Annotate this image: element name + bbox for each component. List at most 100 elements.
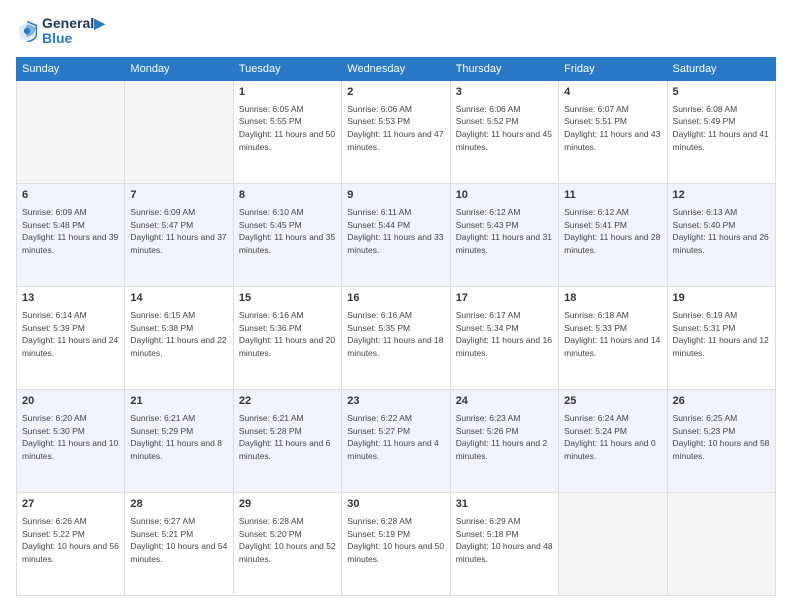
day-info: Sunrise: 6:07 AM Sunset: 5:51 PM Dayligh… [564, 103, 661, 154]
day-number: 28 [130, 497, 227, 513]
page: General▶ Blue SundayMondayTuesdayWednesd… [0, 0, 792, 612]
week-row-4: 20 Sunrise: 6:20 AM Sunset: 5:30 PM Dayli… [17, 389, 776, 492]
day-number: 12 [673, 188, 770, 204]
day-number: 4 [564, 85, 661, 101]
column-header-saturday: Saturday [667, 57, 775, 80]
day-number: 23 [347, 394, 444, 410]
calendar-cell: 29 Sunrise: 6:28 AM Sunset: 5:20 PM Dayli… [233, 492, 341, 595]
calendar-cell: 23 Sunrise: 6:22 AM Sunset: 5:27 PM Dayli… [342, 389, 450, 492]
header-row: SundayMondayTuesdayWednesdayThursdayFrid… [17, 57, 776, 80]
day-number: 2 [347, 85, 444, 101]
calendar-cell: 2Sunrise: 6:06 AM Sunset: 5:53 PM Daylig… [342, 80, 450, 183]
day-info: Sunrise: 6:17 AM Sunset: 5:34 PM Dayligh… [456, 309, 553, 360]
logo-icon [16, 20, 38, 42]
calendar-cell: 28 Sunrise: 6:27 AM Sunset: 5:21 PM Dayli… [125, 492, 233, 595]
day-number: 11 [564, 188, 661, 204]
column-header-wednesday: Wednesday [342, 57, 450, 80]
column-header-monday: Monday [125, 57, 233, 80]
day-number: 18 [564, 291, 661, 307]
calendar-cell: 13 Sunrise: 6:14 AM Sunset: 5:39 PM Dayli… [17, 286, 125, 389]
day-info: Sunrise: 6:06 AM Sunset: 5:52 PM Dayligh… [456, 103, 553, 154]
day-number: 21 [130, 394, 227, 410]
day-number: 17 [456, 291, 553, 307]
day-number: 26 [673, 394, 770, 410]
day-info: Sunrise: 6:16 AM Sunset: 5:35 PM Dayligh… [347, 309, 444, 360]
header: General▶ Blue [16, 16, 776, 47]
day-info: Sunrise: 6:23 AM Sunset: 5:26 PM Dayligh… [456, 412, 553, 463]
calendar-cell: 3 Sunrise: 6:06 AM Sunset: 5:52 PM Daylig… [450, 80, 558, 183]
calendar: SundayMondayTuesdayWednesdayThursdayFrid… [16, 57, 776, 596]
day-info: Sunrise: 6:05 AM Sunset: 5:55 PM Dayligh… [239, 103, 336, 154]
day-info: Sunrise: 6:09 AM Sunset: 5:47 PM Dayligh… [130, 206, 227, 257]
calendar-cell [667, 492, 775, 595]
day-number: 9 [347, 188, 444, 204]
column-header-tuesday: Tuesday [233, 57, 341, 80]
day-number: 7 [130, 188, 227, 204]
day-number: 19 [673, 291, 770, 307]
week-row-5: 27 Sunrise: 6:26 AM Sunset: 5:22 PM Dayli… [17, 492, 776, 595]
day-info: Sunrise: 6:20 AM Sunset: 5:30 PM Dayligh… [22, 412, 119, 463]
day-info: Sunrise: 6:22 AM Sunset: 5:27 PM Dayligh… [347, 412, 444, 463]
day-number: 3 [456, 85, 553, 101]
day-info: Sunrise: 6:14 AM Sunset: 5:39 PM Dayligh… [22, 309, 119, 360]
calendar-cell [125, 80, 233, 183]
calendar-cell: 27 Sunrise: 6:26 AM Sunset: 5:22 PM Dayli… [17, 492, 125, 595]
day-info: Sunrise: 6:11 AM Sunset: 5:44 PM Dayligh… [347, 206, 444, 257]
day-info: Sunrise: 6:27 AM Sunset: 5:21 PM Dayligh… [130, 515, 227, 566]
day-info: Sunrise: 6:09 AM Sunset: 5:48 PM Dayligh… [22, 206, 119, 257]
day-info: Sunrise: 6:12 AM Sunset: 5:41 PM Dayligh… [564, 206, 661, 257]
day-info: Sunrise: 6:28 AM Sunset: 5:20 PM Dayligh… [239, 515, 336, 566]
day-number: 1 [239, 85, 336, 101]
day-info: Sunrise: 6:25 AM Sunset: 5:23 PM Dayligh… [673, 412, 770, 463]
day-number: 31 [456, 497, 553, 513]
calendar-cell: 19 Sunrise: 6:19 AM Sunset: 5:31 PM Dayli… [667, 286, 775, 389]
day-number: 27 [22, 497, 119, 513]
day-info: Sunrise: 6:19 AM Sunset: 5:31 PM Dayligh… [673, 309, 770, 360]
day-info: Sunrise: 6:18 AM Sunset: 5:33 PM Dayligh… [564, 309, 661, 360]
calendar-cell: 7 Sunrise: 6:09 AM Sunset: 5:47 PM Daylig… [125, 183, 233, 286]
day-number: 24 [456, 394, 553, 410]
day-number: 30 [347, 497, 444, 513]
calendar-cell: 31 Sunrise: 6:29 AM Sunset: 5:18 PM Dayli… [450, 492, 558, 595]
calendar-cell: 22Sunrise: 6:21 AM Sunset: 5:28 PM Dayli… [233, 389, 341, 492]
day-number: 8 [239, 188, 336, 204]
day-info: Sunrise: 6:26 AM Sunset: 5:22 PM Dayligh… [22, 515, 119, 566]
column-header-sunday: Sunday [17, 57, 125, 80]
day-info: Sunrise: 6:28 AM Sunset: 5:19 PM Dayligh… [347, 515, 444, 566]
calendar-cell [559, 492, 667, 595]
logo-text: General▶ Blue [42, 16, 105, 47]
calendar-cell: 25 Sunrise: 6:24 AM Sunset: 5:24 PM Dayli… [559, 389, 667, 492]
column-header-friday: Friday [559, 57, 667, 80]
calendar-cell: 10 Sunrise: 6:12 AM Sunset: 5:43 PM Dayli… [450, 183, 558, 286]
day-number: 14 [130, 291, 227, 307]
day-info: Sunrise: 6:15 AM Sunset: 5:38 PM Dayligh… [130, 309, 227, 360]
week-row-2: 6 Sunrise: 6:09 AM Sunset: 5:48 PM Daylig… [17, 183, 776, 286]
day-info: Sunrise: 6:21 AM Sunset: 5:29 PM Dayligh… [130, 412, 227, 463]
day-info: Sunrise: 6:16 AM Sunset: 5:36 PM Dayligh… [239, 309, 336, 360]
day-number: 22 [239, 394, 336, 410]
day-info: Sunrise: 6:12 AM Sunset: 5:43 PM Dayligh… [456, 206, 553, 257]
day-number: 20 [22, 394, 119, 410]
day-info: Sunrise: 6:08 AM Sunset: 5:49 PM Dayligh… [673, 103, 770, 154]
day-number: 16 [347, 291, 444, 307]
day-info: Sunrise: 6:24 AM Sunset: 5:24 PM Dayligh… [564, 412, 661, 463]
calendar-cell: 6 Sunrise: 6:09 AM Sunset: 5:48 PM Daylig… [17, 183, 125, 286]
calendar-cell: 8 Sunrise: 6:10 AM Sunset: 5:45 PM Daylig… [233, 183, 341, 286]
day-number: 5 [673, 85, 770, 101]
calendar-cell [17, 80, 125, 183]
calendar-cell: 21 Sunrise: 6:21 AM Sunset: 5:29 PM Dayli… [125, 389, 233, 492]
day-info: Sunrise: 6:29 AM Sunset: 5:18 PM Dayligh… [456, 515, 553, 566]
day-number: 10 [456, 188, 553, 204]
day-number: 6 [22, 188, 119, 204]
calendar-cell: 11 Sunrise: 6:12 AM Sunset: 5:41 PM Dayli… [559, 183, 667, 286]
calendar-cell: 16 Sunrise: 6:16 AM Sunset: 5:35 PM Dayli… [342, 286, 450, 389]
calendar-cell: 14 Sunrise: 6:15 AM Sunset: 5:38 PM Dayli… [125, 286, 233, 389]
day-number: 13 [22, 291, 119, 307]
day-info: Sunrise: 6:10 AM Sunset: 5:45 PM Dayligh… [239, 206, 336, 257]
calendar-cell: 15Sunrise: 6:16 AM Sunset: 5:36 PM Dayli… [233, 286, 341, 389]
day-number: 29 [239, 497, 336, 513]
day-number: 25 [564, 394, 661, 410]
calendar-cell: 4 Sunrise: 6:07 AM Sunset: 5:51 PM Daylig… [559, 80, 667, 183]
column-header-thursday: Thursday [450, 57, 558, 80]
calendar-cell: 26 Sunrise: 6:25 AM Sunset: 5:23 PM Dayli… [667, 389, 775, 492]
